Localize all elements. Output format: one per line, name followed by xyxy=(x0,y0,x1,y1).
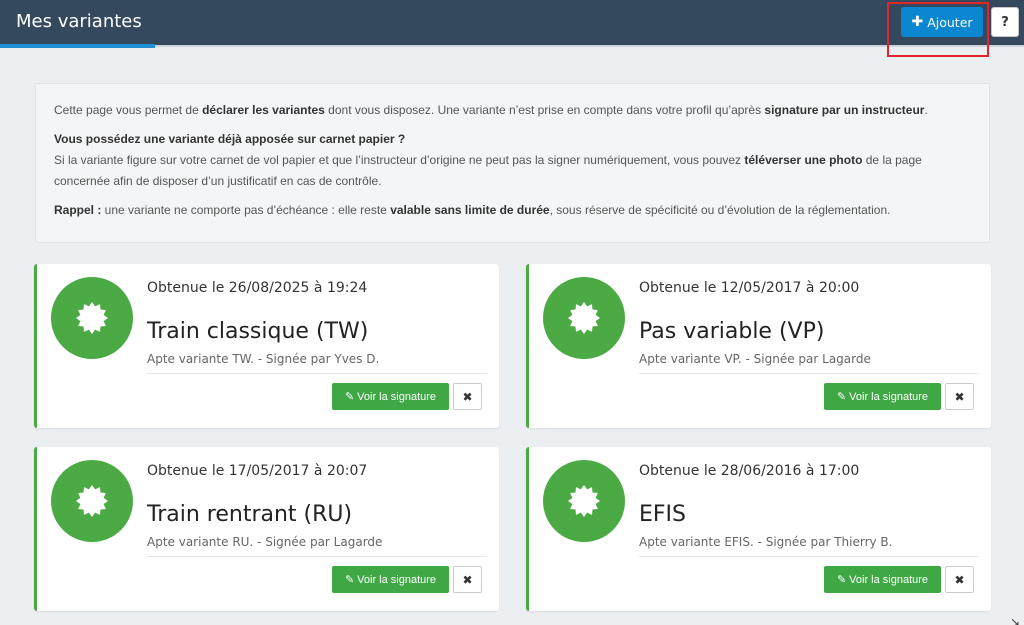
variant-card: Obtenue le 26/08/2025 à 19:24 Train clas… xyxy=(34,264,499,428)
close-icon: ✖ xyxy=(462,572,473,587)
close-icon: ✖ xyxy=(954,572,965,587)
edit-icon: ✎ xyxy=(344,574,355,586)
header-divider xyxy=(155,45,1024,47)
delete-button[interactable]: ✖ xyxy=(453,383,482,410)
info-paragraph-2: Vous possédez une variante déjà apposée … xyxy=(54,132,922,188)
variant-card: Obtenue le 17/05/2017 à 20:07 Train rent… xyxy=(34,447,499,611)
card-subtitle: Apte variante RU. - Signée par Lagarde xyxy=(147,535,383,549)
close-icon: ✖ xyxy=(954,389,965,404)
card-date: Obtenue le 17/05/2017 à 20:07 xyxy=(147,463,368,479)
seal-icon xyxy=(51,277,133,359)
top-bar: Mes variantes xyxy=(0,0,1024,48)
card-title: EFIS xyxy=(639,502,687,527)
view-signature-button[interactable]: ✎ Voir la signature xyxy=(824,566,941,593)
card-title: Pas variable (VP) xyxy=(639,319,825,344)
page-title: Mes variantes xyxy=(16,11,142,32)
plus-icon: ✚ xyxy=(911,14,924,30)
card-divider xyxy=(147,556,487,557)
cursor-icon: ↘ xyxy=(1010,615,1021,625)
card-date: Obtenue le 12/05/2017 à 20:00 xyxy=(639,280,860,296)
seal-icon xyxy=(51,460,133,542)
card-divider xyxy=(639,556,979,557)
edit-icon: ✎ xyxy=(836,391,847,403)
card-date: Obtenue le 28/06/2016 à 17:00 xyxy=(639,463,860,479)
help-button[interactable]: ? xyxy=(991,7,1019,37)
delete-button[interactable]: ✖ xyxy=(453,566,482,593)
card-divider xyxy=(639,373,979,374)
card-subtitle: Apte variante VP. - Signée par Lagarde xyxy=(639,352,871,366)
view-signature-button[interactable]: ✎ Voir la signature xyxy=(824,383,941,410)
card-date: Obtenue le 26/08/2025 à 19:24 xyxy=(147,280,368,296)
seal-icon xyxy=(543,460,625,542)
delete-button[interactable]: ✖ xyxy=(945,383,974,410)
title-underline xyxy=(0,44,155,48)
variant-card: Obtenue le 12/05/2017 à 20:00 Pas variab… xyxy=(526,264,991,428)
info-paragraph-1: Cette page vous permet de déclarer les v… xyxy=(54,103,928,117)
delete-button[interactable]: ✖ xyxy=(945,566,974,593)
close-icon: ✖ xyxy=(462,389,473,404)
add-button[interactable]: ✚ Ajouter xyxy=(901,7,983,37)
card-title: Train rentrant (RU) xyxy=(147,502,353,527)
seal-icon xyxy=(543,277,625,359)
card-title: Train classique (TW) xyxy=(147,319,369,344)
edit-icon: ✎ xyxy=(344,391,355,403)
card-subtitle: Apte variante TW. - Signée par Yves D. xyxy=(147,352,380,366)
card-subtitle: Apte variante EFIS. - Signée par Thierry… xyxy=(639,535,893,549)
variant-card: Obtenue le 28/06/2016 à 17:00 EFIS Apte … xyxy=(526,447,991,611)
view-signature-button[interactable]: ✎ Voir la signature xyxy=(332,566,449,593)
view-signature-button[interactable]: ✎ Voir la signature xyxy=(332,383,449,410)
add-button-label: Ajouter xyxy=(927,14,973,30)
edit-icon: ✎ xyxy=(836,574,847,586)
info-paragraph-3: Rappel : une variante ne comporte pas d’… xyxy=(54,203,891,217)
card-divider xyxy=(147,373,487,374)
info-panel: Cette page vous permet de déclarer les v… xyxy=(35,83,990,243)
